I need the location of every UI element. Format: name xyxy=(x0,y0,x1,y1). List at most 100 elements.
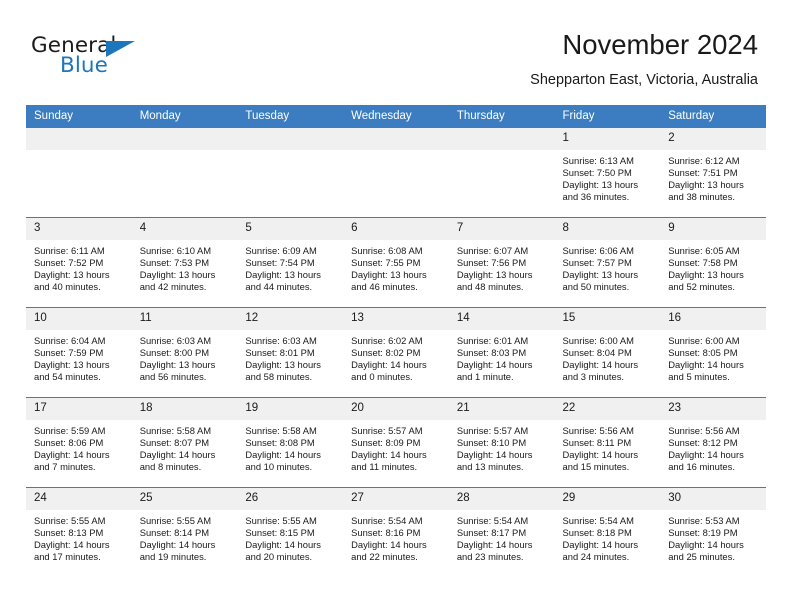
calendar-cell-day[interactable]: 5 Sunrise: 6:09 AM Sunset: 7:54 PM Daylight… xyxy=(237,217,344,308)
daylight-text-line1: Daylight: 13 hours xyxy=(139,269,216,281)
daylight-text-line2: and 58 minutes. xyxy=(245,371,313,383)
calendar-cell-day[interactable]: 2 Sunrise: 6:12 AM Sunset: 7:51 PM Daylight… xyxy=(660,128,766,218)
daylight-text-line1: Daylight: 14 hours xyxy=(456,539,533,551)
day-number: 20 xyxy=(343,398,449,420)
daylight-text-line2: and 48 minutes. xyxy=(456,281,524,293)
calendar-cell-day[interactable]: 20 Sunrise: 5:57 AM Sunset: 8:09 PM Dayligh… xyxy=(343,397,449,488)
daylight-text-line2: and 15 minutes. xyxy=(562,461,630,473)
sunset-text: Sunset: 8:09 PM xyxy=(351,437,421,449)
calendar-cell-day[interactable]: 15 Sunrise: 6:00 AM Sunset: 8:04 PM Dayligh… xyxy=(554,307,661,398)
calendar-cell-day[interactable]: 29 Sunrise: 5:54 AM Sunset: 8:18 PM Dayligh… xyxy=(554,487,661,577)
day-number: 23 xyxy=(660,398,766,420)
sunset-text: Sunset: 8:15 PM xyxy=(245,527,315,539)
weekday-header-monday: Monday xyxy=(131,105,238,128)
day-number: 3 xyxy=(26,218,132,240)
calendar-cell-day[interactable]: 1 Sunrise: 6:13 AM Sunset: 7:50 PM Daylight… xyxy=(554,128,661,218)
calendar-cell-day[interactable]: 23 Sunrise: 5:56 AM Sunset: 8:12 PM Dayligh… xyxy=(660,397,766,488)
calendar-cell-day[interactable]: 28 Sunrise: 5:54 AM Sunset: 8:17 PM Dayligh… xyxy=(448,487,555,577)
day-number: 28 xyxy=(448,488,555,510)
daylight-text-line2: and 13 minutes. xyxy=(456,461,524,473)
daylight-text-line2: and 50 minutes. xyxy=(562,281,630,293)
calendar-cell-day[interactable]: 9 Sunrise: 6:05 AM Sunset: 7:58 PM Daylight… xyxy=(660,217,766,308)
title-block: November 2024 Shepparton East, Victoria,… xyxy=(530,28,758,89)
sunset-text: Sunset: 8:03 PM xyxy=(456,347,527,359)
sunset-text: Sunset: 8:18 PM xyxy=(562,527,632,539)
calendar-cell-empty xyxy=(131,128,238,218)
sunset-text: Sunset: 8:07 PM xyxy=(139,437,210,449)
calendar-cell-empty xyxy=(343,128,449,218)
calendar-cell-day[interactable]: 14 Sunrise: 6:01 AM Sunset: 8:03 PM Dayligh… xyxy=(448,307,555,398)
calendar-cell-empty xyxy=(448,128,555,218)
day-details: Sunrise: 5:53 AM Sunset: 8:19 PM Daylight:… xyxy=(660,510,766,563)
daylight-text-line1: Daylight: 13 hours xyxy=(456,269,533,281)
sunrise-text: Sunrise: 5:57 AM xyxy=(456,425,529,436)
daylight-text-line1: Daylight: 13 hours xyxy=(34,359,110,371)
sunset-text: Sunset: 7:56 PM xyxy=(456,257,527,269)
daylight-text-line2: and 24 minutes. xyxy=(562,551,630,563)
daylight-text-line1: Daylight: 14 hours xyxy=(562,359,639,371)
sunset-text: Sunset: 8:02 PM xyxy=(351,347,421,359)
sunrise-text: Sunrise: 6:04 AM xyxy=(34,335,106,346)
day-details: Sunrise: 6:07 AM Sunset: 7:56 PM Daylight:… xyxy=(449,240,555,293)
calendar-cell-day[interactable]: 4 Sunrise: 6:10 AM Sunset: 7:53 PM Daylight… xyxy=(131,217,238,308)
day-details xyxy=(237,150,343,155)
day-number: 6 xyxy=(343,218,449,240)
calendar-cell-day[interactable]: 11 Sunrise: 6:03 AM Sunset: 8:00 PM Dayligh… xyxy=(131,307,238,398)
sunset-text: Sunset: 8:08 PM xyxy=(245,437,315,449)
calendar-cell-day[interactable]: 7 Sunrise: 6:07 AM Sunset: 7:56 PM Daylight… xyxy=(448,217,555,308)
daylight-text-line1: Daylight: 14 hours xyxy=(456,449,533,461)
day-number: 13 xyxy=(343,308,449,330)
day-details: Sunrise: 6:01 AM Sunset: 8:03 PM Daylight:… xyxy=(449,330,555,383)
day-details xyxy=(449,150,555,155)
calendar-cell-day[interactable]: 17 Sunrise: 5:59 AM Sunset: 8:06 PM Dayligh… xyxy=(26,397,132,488)
general-blue-logo[interactable]: General Blue xyxy=(31,33,231,88)
sunset-text: Sunset: 8:19 PM xyxy=(668,527,738,539)
sunrise-text: Sunrise: 6:00 AM xyxy=(562,335,634,346)
daylight-text-line2: and 17 minutes. xyxy=(34,551,101,563)
calendar-cell-day[interactable]: 22 Sunrise: 5:56 AM Sunset: 8:11 PM Dayligh… xyxy=(554,397,661,488)
sunrise-text: Sunrise: 6:09 AM xyxy=(245,245,317,256)
calendar-week-row: 17 Sunrise: 5:59 AM Sunset: 8:06 PM Dayligh… xyxy=(26,397,766,488)
sunset-text: Sunset: 8:16 PM xyxy=(351,527,421,539)
sunrise-text: Sunrise: 5:54 AM xyxy=(562,515,634,526)
calendar-cell-day[interactable]: 30 Sunrise: 5:53 AM Sunset: 8:19 PM Dayligh… xyxy=(660,487,766,577)
day-details: Sunrise: 6:00 AM Sunset: 8:05 PM Daylight:… xyxy=(660,330,766,383)
daylight-text-line1: Daylight: 13 hours xyxy=(245,359,321,371)
calendar-cell-day[interactable]: 12 Sunrise: 6:03 AM Sunset: 8:01 PM Dayligh… xyxy=(237,307,344,398)
day-number: 14 xyxy=(448,308,555,330)
sunset-text: Sunset: 8:06 PM xyxy=(34,437,104,449)
calendar-cell-day[interactable]: 6 Sunrise: 6:08 AM Sunset: 7:55 PM Daylight… xyxy=(343,217,449,308)
day-number: 25 xyxy=(131,488,238,510)
sunrise-text: Sunrise: 6:11 AM xyxy=(34,245,105,256)
daylight-text-line2: and 3 minutes. xyxy=(562,371,625,383)
calendar-header-row: Sunday Monday Tuesday Wednesday Thursday… xyxy=(26,105,766,128)
day-details: Sunrise: 6:13 AM Sunset: 7:50 PM Daylight:… xyxy=(555,150,661,203)
calendar-cell-day[interactable]: 24 Sunrise: 5:55 AM Sunset: 8:13 PM Dayligh… xyxy=(26,487,132,577)
calendar-cell-day[interactable]: 21 Sunrise: 5:57 AM Sunset: 8:10 PM Dayligh… xyxy=(448,397,555,488)
sunset-text: Sunset: 7:59 PM xyxy=(34,347,104,359)
day-details: Sunrise: 6:02 AM Sunset: 8:02 PM Daylight:… xyxy=(343,330,449,383)
daylight-text-line1: Daylight: 14 hours xyxy=(456,359,533,371)
calendar-cell-day[interactable]: 8 Sunrise: 6:06 AM Sunset: 7:57 PM Daylight… xyxy=(554,217,661,308)
calendar-cell-day[interactable]: 25 Sunrise: 5:55 AM Sunset: 8:14 PM Dayligh… xyxy=(131,487,238,577)
sunrise-text: Sunrise: 6:01 AM xyxy=(456,335,529,346)
calendar-cell-day[interactable]: 18 Sunrise: 5:58 AM Sunset: 8:07 PM Dayligh… xyxy=(131,397,238,488)
triangle-logo-icon xyxy=(106,41,135,57)
calendar-cell-day[interactable]: 16 Sunrise: 6:00 AM Sunset: 8:05 PM Dayligh… xyxy=(660,307,766,398)
day-number: 27 xyxy=(343,488,449,510)
calendar-cell-day[interactable]: 3 Sunrise: 6:11 AM Sunset: 7:52 PM Daylight… xyxy=(26,217,132,308)
daylight-text-line1: Daylight: 14 hours xyxy=(34,539,110,551)
calendar-cell-day[interactable]: 27 Sunrise: 5:54 AM Sunset: 8:16 PM Dayligh… xyxy=(343,487,449,577)
daylight-text-line1: Daylight: 13 hours xyxy=(351,269,427,281)
sunset-text: Sunset: 8:05 PM xyxy=(668,347,738,359)
day-details: Sunrise: 5:55 AM Sunset: 8:14 PM Daylight:… xyxy=(132,510,238,563)
page-title: November 2024 xyxy=(562,29,758,60)
calendar-cell-day[interactable]: 13 Sunrise: 6:02 AM Sunset: 8:02 PM Dayligh… xyxy=(343,307,449,398)
calendar-cell-day[interactable]: 26 Sunrise: 5:55 AM Sunset: 8:15 PM Dayligh… xyxy=(237,487,344,577)
calendar-cell-day[interactable]: 19 Sunrise: 5:58 AM Sunset: 8:08 PM Dayligh… xyxy=(237,397,344,488)
sunrise-text: Sunrise: 5:57 AM xyxy=(351,425,423,436)
calendar-cell-day[interactable]: 10 Sunrise: 6:04 AM Sunset: 7:59 PM Dayligh… xyxy=(26,307,132,398)
daylight-text-line2: and 0 minutes. xyxy=(351,371,413,383)
daylight-text-line2: and 23 minutes. xyxy=(456,551,524,563)
daylight-text-line2: and 16 minutes. xyxy=(668,461,735,473)
